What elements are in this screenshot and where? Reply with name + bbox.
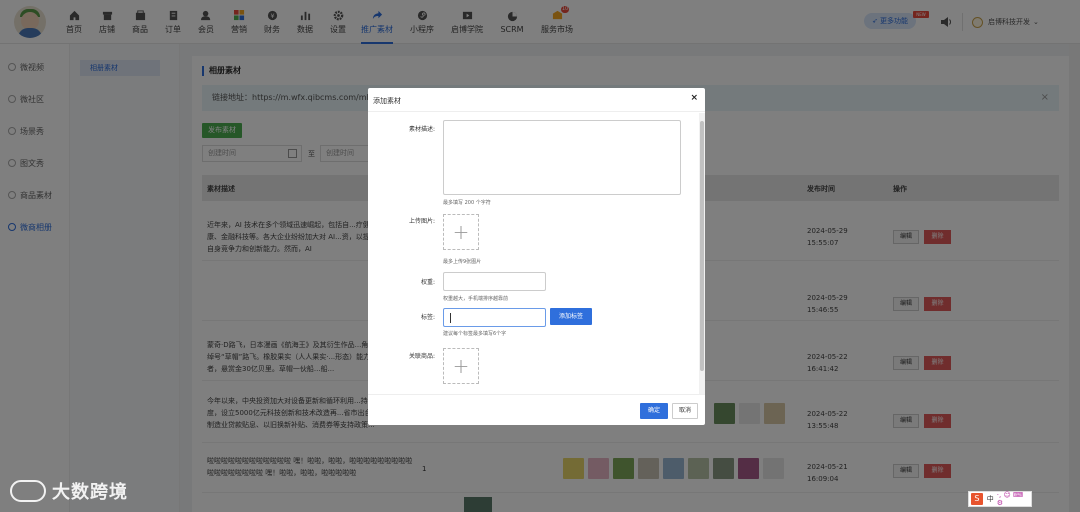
- dialog-scrollbar[interactable]: [699, 113, 705, 394]
- add-material-dialog: 添加素材 × 素材描述: 最多填写 200 个字符 上传图片: + 最多上传9张…: [368, 88, 705, 425]
- add-tag-button[interactable]: 添加标签: [550, 308, 592, 325]
- plus-icon: +: [452, 220, 470, 244]
- watermark-icon: [10, 480, 46, 502]
- tag-label: 标签:: [420, 314, 435, 321]
- plus-icon: +: [452, 354, 470, 378]
- product-label: 关联商品:: [408, 353, 435, 360]
- ime-toolbar[interactable]: S 中 ·, ☺ ⌨ ⚙: [968, 491, 1032, 507]
- tag-input[interactable]: [443, 308, 546, 327]
- desc-label: 素材描述:: [408, 126, 435, 133]
- watermark-logo: 大数跨境: [10, 478, 128, 504]
- material-desc-textarea[interactable]: [443, 120, 681, 195]
- image-label: 上传图片:: [408, 218, 435, 225]
- weight-hint: 权重越大，手机端排序越靠前: [443, 296, 509, 302]
- sogou-icon: S: [971, 493, 983, 505]
- close-icon[interactable]: ×: [690, 93, 698, 103]
- image-hint: 最多上传9张图片: [443, 259, 482, 265]
- weight-input[interactable]: [443, 272, 546, 291]
- dialog-body: 素材描述: 最多填写 200 个字符 上传图片: + 最多上传9张图片 权重: …: [368, 113, 699, 394]
- weight-label: 权重:: [420, 279, 435, 286]
- dialog-header: 添加素材 ×: [368, 88, 705, 112]
- desc-hint: 最多填写 200 个字符: [443, 200, 491, 206]
- upload-image-button[interactable]: +: [443, 214, 479, 250]
- dialog-title: 添加素材: [373, 97, 401, 105]
- tag-hint: 建议每个标签最多填写6个字: [443, 331, 507, 337]
- link-product-button[interactable]: +: [443, 348, 479, 384]
- cancel-button[interactable]: 取消: [672, 403, 698, 419]
- confirm-button[interactable]: 确定: [640, 403, 668, 419]
- dialog-footer: 确定 取消: [368, 394, 705, 425]
- text-caret: [450, 313, 451, 323]
